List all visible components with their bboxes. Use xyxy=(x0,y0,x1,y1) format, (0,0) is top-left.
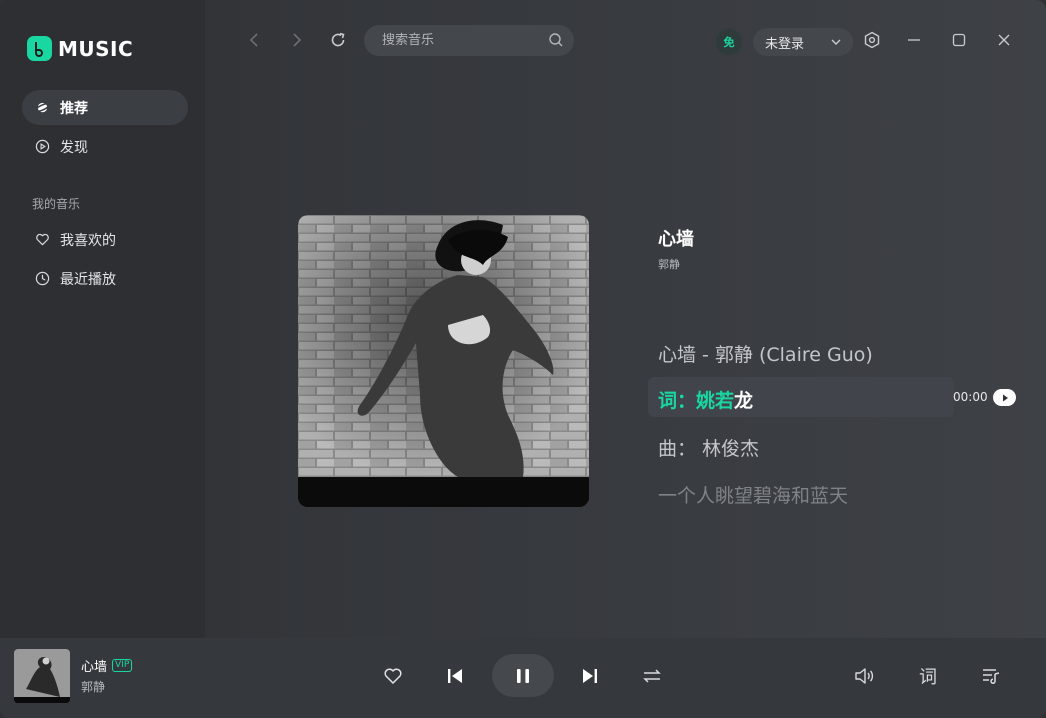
close-button[interactable] xyxy=(994,30,1014,50)
album-cover-image xyxy=(298,215,589,507)
lyric-line: 一个人眺望碧海和蓝天 xyxy=(658,485,849,507)
search-bar[interactable] xyxy=(364,25,574,56)
like-button[interactable] xyxy=(380,663,406,689)
logo-text: MUSIC xyxy=(58,36,134,61)
sidebar: MUSIC 推荐 发现 我的音乐 我喜欢的 最近播放 xyxy=(0,0,205,638)
planet-icon xyxy=(34,100,50,116)
sidebar-item-recommend[interactable]: 推荐 xyxy=(22,90,188,125)
mini-cover-image xyxy=(14,649,70,703)
sidebar-item-discover[interactable]: 发现 xyxy=(22,129,188,164)
lyric-line: 曲： 林俊杰 xyxy=(658,438,760,460)
chevron-left-icon xyxy=(249,33,258,47)
playlist-icon xyxy=(983,669,1000,684)
lyric-line-current: 词：姚若龙 xyxy=(658,386,753,413)
chevron-down-icon xyxy=(830,36,842,52)
hexagon-settings-icon xyxy=(864,31,880,49)
song-artist[interactable]: 郭静 xyxy=(658,256,680,272)
heart-icon xyxy=(34,232,50,248)
play-icon xyxy=(1002,394,1008,401)
search-input[interactable] xyxy=(380,32,544,49)
vip-free-badge[interactable]: 免 xyxy=(716,29,742,55)
song-title: 心墙 xyxy=(658,229,694,250)
sidebar-item-recent[interactable]: 最近播放 xyxy=(22,261,188,296)
play-circle-icon xyxy=(34,139,50,155)
logo[interactable]: MUSIC xyxy=(27,36,133,61)
refresh-icon xyxy=(331,32,345,47)
skip-previous-icon xyxy=(448,669,462,683)
clock-icon xyxy=(34,271,50,287)
vip-tag: VIP xyxy=(112,659,133,672)
minimize-icon xyxy=(908,39,920,41)
pause-button[interactable] xyxy=(492,654,554,697)
previous-button[interactable] xyxy=(442,663,468,689)
sidebar-item-label: 推荐 xyxy=(60,100,88,117)
lyric-highlight-prefix: 词： xyxy=(658,390,697,412)
lyric-highlight-sung: 姚若 xyxy=(696,390,735,412)
close-icon xyxy=(998,34,1010,46)
mini-song-title[interactable]: 心墙 VIP xyxy=(81,656,133,675)
logo-icon xyxy=(27,36,52,61)
sidebar-item-label: 我喜欢的 xyxy=(60,232,116,249)
volume-icon xyxy=(855,668,874,684)
album-cover xyxy=(298,215,589,507)
next-button[interactable] xyxy=(577,663,603,689)
sidebar-item-label: 最近播放 xyxy=(60,271,116,288)
maximize-button[interactable] xyxy=(949,30,969,50)
app-window: MUSIC 推荐 发现 我的音乐 我喜欢的 最近播放 搜索音乐 免 未登录 心墙… xyxy=(0,0,1046,718)
player-bar: 心墙 VIP 郭静 词 xyxy=(0,638,1046,718)
login-label: 未登录 xyxy=(765,36,805,52)
lyric-highlight-rest: 龙 xyxy=(734,390,754,412)
sidebar-item-favorites[interactable]: 我喜欢的 xyxy=(22,222,188,257)
lyric-time: 00:00 xyxy=(953,390,988,404)
maximize-icon xyxy=(952,33,966,47)
back-button[interactable] xyxy=(243,29,265,51)
play-mode-button[interactable] xyxy=(639,663,665,689)
lyrics-button[interactable]: 词 xyxy=(915,663,941,689)
heart-icon xyxy=(384,668,402,684)
mini-title-text: 心墙 xyxy=(81,660,108,675)
lyric-line: 心墙 - 郭静 (Claire Guo) xyxy=(658,344,873,366)
skip-next-icon xyxy=(583,669,597,683)
refresh-button[interactable] xyxy=(327,29,349,51)
playlist-button[interactable] xyxy=(978,663,1004,689)
mini-song-artist[interactable]: 郭静 xyxy=(81,678,105,695)
settings-button[interactable] xyxy=(862,30,882,50)
seek-play-button[interactable] xyxy=(993,389,1016,406)
pause-icon xyxy=(517,668,529,683)
forward-button[interactable] xyxy=(286,29,308,51)
mini-album-cover[interactable] xyxy=(14,649,70,703)
sidebar-item-label: 发现 xyxy=(60,139,88,156)
search-icon[interactable] xyxy=(548,32,564,52)
login-dropdown[interactable]: 未登录 xyxy=(753,28,853,56)
minimize-button[interactable] xyxy=(904,30,924,50)
section-title-my-music: 我的音乐 xyxy=(32,197,81,211)
volume-button[interactable] xyxy=(851,663,877,689)
repeat-icon xyxy=(643,669,661,683)
chevron-right-icon xyxy=(293,33,302,47)
